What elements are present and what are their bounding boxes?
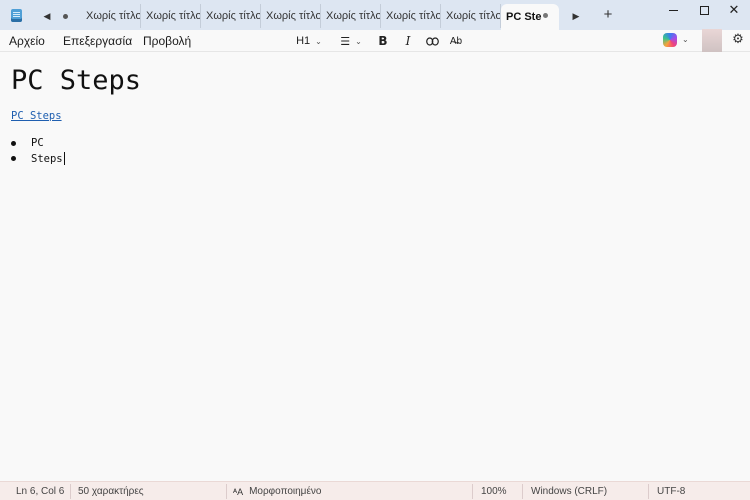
tab-untitled-1[interactable]: Χωρίς τίτλο (81, 4, 141, 28)
link-icon (425, 36, 439, 46)
status-divider (472, 484, 473, 499)
status-divider (522, 484, 523, 499)
menu-edit[interactable]: Επεξεργασία (63, 34, 132, 48)
bullet-icon (11, 140, 16, 146)
close-button[interactable]: ✕ (716, 0, 750, 20)
avatar[interactable] (702, 29, 722, 52)
italic-button[interactable]: I (402, 32, 414, 50)
tab-untitled-2[interactable]: Χωρίς τίτλο (141, 4, 201, 28)
list-item: Steps (11, 152, 65, 165)
zoom-level[interactable]: 100% (481, 486, 507, 497)
bold-button[interactable]: B (377, 32, 389, 50)
document-heading: PC Steps (11, 65, 142, 96)
tab-strip: Χωρίς τίτλο Χωρίς τίτλο Χωρίς τίτλο Χωρί… (81, 4, 559, 30)
menu-bar: Αρχείο Επεξεργασία Προβολή H1 ⌄ ☰ ⌄ B I … (0, 30, 750, 52)
encoding[interactable]: UTF-8 (657, 486, 685, 497)
tab-untitled-4[interactable]: Χωρίς τίτλο (261, 4, 321, 28)
chevron-down-icon[interactable]: ⌄ (682, 35, 689, 44)
list-dropdown[interactable]: ☰ ⌄ (337, 32, 365, 50)
formatting-toggle[interactable]: ᴬA Μορφοποιημένο (233, 486, 321, 497)
tab-untitled-7[interactable]: Χωρίς τίτλο (441, 4, 501, 28)
heading-dropdown[interactable]: H1 ⌄ (294, 32, 324, 50)
notepad-icon (11, 9, 22, 22)
character-count: 50 χαρακτήρες (78, 486, 144, 497)
scroll-tabs-left-icon[interactable]: ◀ (39, 8, 55, 24)
status-divider (648, 484, 649, 499)
editor-area[interactable]: PC Steps PC Steps PC Steps (0, 53, 750, 481)
menu-view[interactable]: Προβολή (143, 34, 191, 48)
clear-formatting-button[interactable]: A̶b (449, 32, 463, 50)
line-endings[interactable]: Windows (CRLF) (531, 486, 607, 497)
new-tab-button[interactable]: + (600, 6, 616, 24)
list-item-text: Steps (31, 152, 63, 165)
menu-file[interactable]: Αρχείο (9, 34, 45, 48)
status-bar: Ln 6, Col 6 50 χαρακτήρες ᴬA Μορφοποιημέ… (0, 481, 750, 500)
list-item-text: PC (31, 137, 44, 149)
bullet-icon (11, 156, 16, 161)
list-item: PC (11, 137, 44, 149)
text-caret (63, 152, 65, 165)
status-divider (226, 484, 227, 499)
unsaved-dot-icon (60, 10, 70, 22)
maximize-icon (699, 5, 709, 15)
tab-untitled-5[interactable]: Χωρίς τίτλο (321, 4, 381, 28)
scroll-tabs-right-icon[interactable]: ▶ (568, 8, 584, 24)
cursor-position: Ln 6, Col 6 (16, 486, 65, 497)
text-format-icon: ᴬA (233, 486, 244, 497)
gear-icon[interactable]: ⚙ (731, 32, 745, 46)
link-button[interactable] (424, 32, 440, 50)
list-icon: ☰ (340, 35, 351, 48)
document-link[interactable]: PC Steps (11, 110, 62, 122)
status-divider (70, 484, 71, 499)
tab-active-pc-steps[interactable]: PC Ste (501, 4, 559, 30)
formatting-label: Μορφοποιημένο (249, 486, 322, 497)
title-bar: ◀ Χωρίς τίτλο Χωρίς τίτλο Χωρίς τίτλο Χω… (0, 0, 750, 30)
tab-untitled-3[interactable]: Χωρίς τίτλο (201, 4, 261, 28)
tab-modified-dot-icon[interactable] (543, 13, 548, 18)
chevron-down-icon: ⌄ (315, 36, 322, 46)
heading-label: H1 (296, 35, 311, 47)
tab-untitled-6[interactable]: Χωρίς τίτλο (381, 4, 441, 28)
copilot-icon[interactable] (663, 33, 677, 47)
minimize-icon (668, 9, 678, 11)
chevron-down-icon: ⌄ (355, 36, 362, 46)
